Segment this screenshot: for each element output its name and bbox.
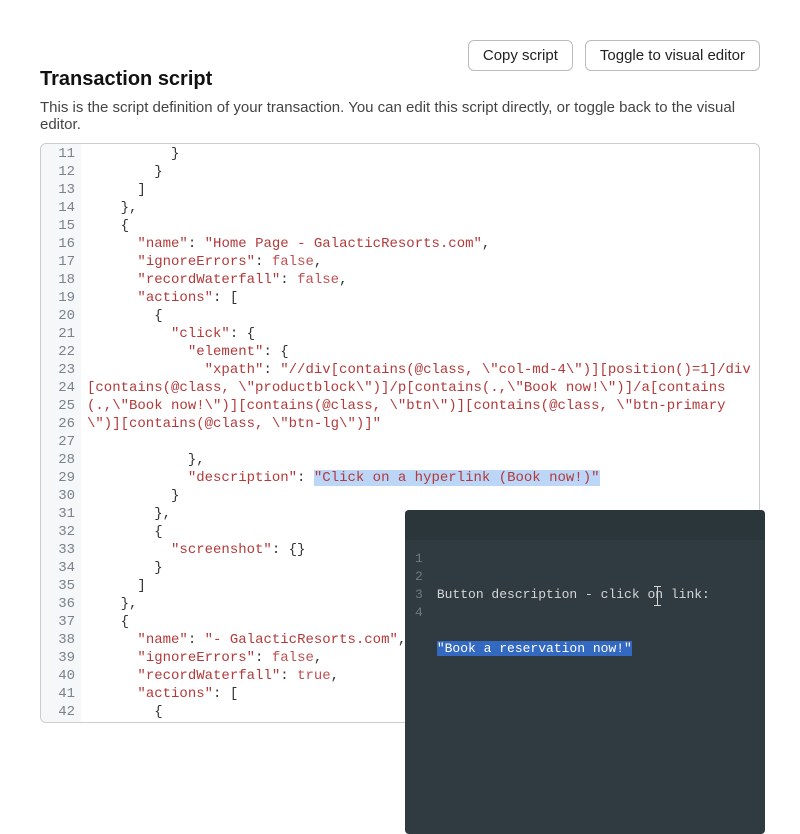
page-subtitle: This is the script definition of your tr…: [40, 99, 760, 133]
code-line[interactable]: "element": {: [87, 343, 751, 361]
code-line[interactable]: ]: [87, 181, 751, 199]
floating-mini-editor[interactable]: 1234 Button description - click on link:…: [405, 510, 765, 834]
editor-gutter: 1112131415161718192021222324252627282930…: [41, 144, 81, 722]
page-title: Transaction script: [40, 68, 212, 91]
mini-line-2-selected: "Book a reservation now!": [437, 641, 632, 656]
code-line[interactable]: },: [87, 199, 751, 217]
code-line[interactable]: }: [87, 145, 751, 163]
code-line[interactable]: "actions": [: [87, 289, 751, 307]
code-line[interactable]: "description": "Click on a hyperlink (Bo…: [87, 469, 751, 487]
copy-script-button[interactable]: Copy script: [468, 40, 573, 71]
mini-editor-gutter: 1234: [415, 550, 437, 820]
code-line[interactable]: "xpath": "//div[contains(@class, \"col-m…: [87, 361, 751, 451]
code-line[interactable]: {: [87, 307, 751, 325]
code-line[interactable]: "ignoreErrors": false,: [87, 253, 751, 271]
code-line[interactable]: "name": "Home Page - GalacticResorts.com…: [87, 235, 751, 253]
mini-line-1: Button description - click on link:: [437, 587, 710, 602]
code-line[interactable]: },: [87, 451, 751, 469]
mini-editor-code[interactable]: Button description - click on link: "Boo…: [437, 550, 755, 820]
code-line[interactable]: }: [87, 163, 751, 181]
text-cursor-icon: [657, 586, 658, 606]
code-line[interactable]: {: [87, 217, 751, 235]
code-line[interactable]: "click": {: [87, 325, 751, 343]
code-line[interactable]: "recordWaterfall": false,: [87, 271, 751, 289]
code-line[interactable]: }: [87, 487, 751, 505]
mini-editor-titlebar: [405, 510, 765, 540]
toggle-visual-editor-button[interactable]: Toggle to visual editor: [585, 40, 760, 71]
